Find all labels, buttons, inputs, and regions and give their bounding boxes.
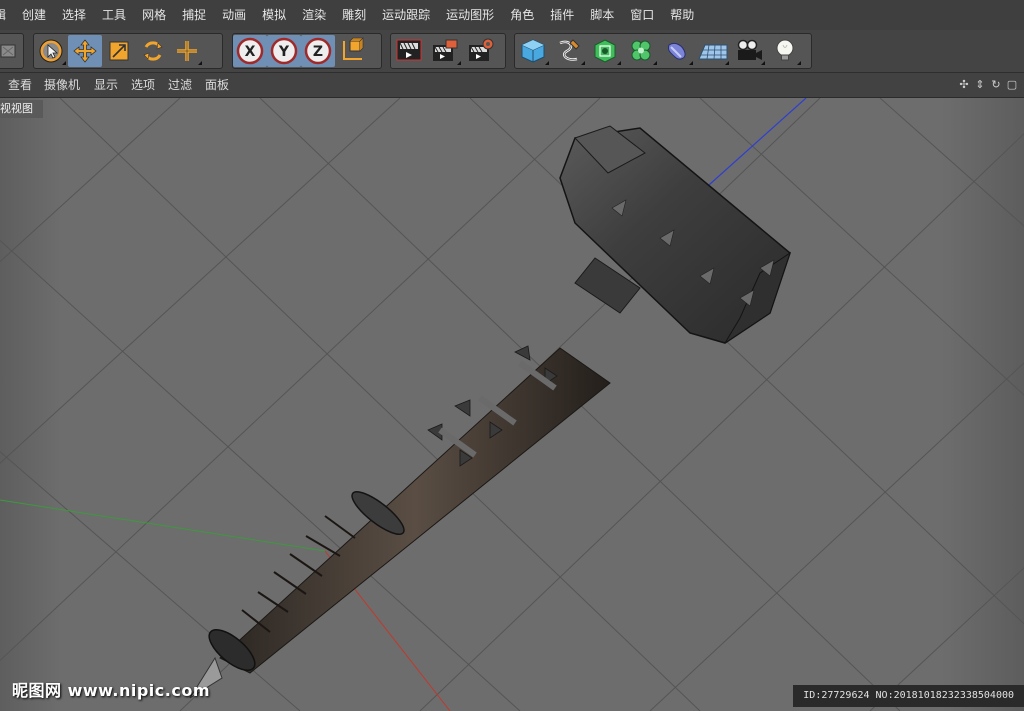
floor-icon[interactable] [695,35,731,67]
viewport-scene [0,98,1024,711]
svg-text:X: X [245,44,256,60]
transform-tools-group [33,33,223,69]
watermark-right: ID:27729624 NO:20181018232338504000 [793,685,1024,707]
menu-bar: 辑 创建 选择 工具 网格 捕捉 动画 模拟 渲染 雕刻 运动跟踪 运动图形 角… [0,0,1024,31]
menu-tools[interactable]: 工具 [94,0,134,30]
light-icon[interactable] [767,35,803,67]
main-toolbar: X Y Z [0,30,1024,73]
view-menu-panel[interactable]: 面板 [205,73,229,97]
view-menu-view[interactable]: 查看 [8,73,32,97]
menu-mograph[interactable]: 运动图形 [438,0,502,30]
cube-icon[interactable] [515,35,551,67]
menu-render[interactable]: 渲染 [294,0,334,30]
watermark-left: 昵图网 www.nipic.com [12,681,210,700]
rotate-icon[interactable] [136,35,170,67]
perspective-viewport[interactable]: 视视图 昵图网 www.nipic.com ID:27729624 NO:201… [0,98,1024,711]
menu-snap[interactable]: 捕捉 [174,0,214,30]
menu-window[interactable]: 窗口 [622,0,662,30]
render-view-icon[interactable] [391,35,427,67]
object-tools-group [514,33,812,69]
svg-text:Y: Y [278,44,290,60]
deformer-icon[interactable] [659,35,695,67]
render-picture-viewer-icon[interactable] [427,35,463,67]
undo-panel-icon[interactable] [0,35,23,67]
menu-character[interactable]: 角色 [502,0,542,30]
cloner-icon[interactable] [623,35,659,67]
menu-simulate[interactable]: 模拟 [254,0,294,30]
menu-motion-tracking[interactable]: 运动跟踪 [374,0,438,30]
menu-select[interactable]: 选择 [54,0,94,30]
menu-script[interactable]: 脚本 [582,0,622,30]
spline-pen-icon[interactable] [551,35,587,67]
coordinate-system-icon[interactable] [335,35,369,67]
axis-y-icon[interactable]: Y [267,35,301,67]
menu-create[interactable]: 创建 [14,0,54,30]
svg-text:Z: Z [313,44,323,60]
undo-group [0,33,24,69]
move-icon[interactable] [68,35,102,67]
menu-plugins[interactable]: 插件 [542,0,582,30]
view-menu-options[interactable]: 选项 [131,73,155,97]
orbit-icon[interactable]: ↻ [990,77,1002,91]
render-tools-group [390,33,506,69]
pan-icon[interactable]: ✣ [958,77,970,91]
view-menu-filter[interactable]: 过滤 [168,73,192,97]
viewport-nav-controls: ✣ ⇕ ↻ ▢ [958,77,1018,91]
axis-tools-group: X Y Z [232,33,382,69]
viewport-label: 视视图 [0,100,43,118]
render-settings-icon[interactable] [463,35,499,67]
subdivision-icon[interactable] [587,35,623,67]
menu-edit[interactable]: 辑 [0,0,14,30]
viewport-menu-bar: 查看 摄像机 显示 选项 过滤 面板 ✣ ⇕ ↻ ▢ [0,73,1024,98]
maximize-view-icon[interactable]: ▢ [1006,77,1018,91]
axis-z-icon[interactable]: Z [301,35,335,67]
scale-icon[interactable] [102,35,136,67]
menu-animate[interactable]: 动画 [214,0,254,30]
view-menu-camera[interactable]: 摄像机 [44,73,80,97]
menu-mesh[interactable]: 网格 [134,0,174,30]
menu-help[interactable]: 帮助 [662,0,702,30]
axis-x-icon[interactable]: X [233,35,267,67]
view-menu-display[interactable]: 显示 [94,73,118,97]
move-plus-icon[interactable] [170,35,204,67]
camera-icon[interactable] [731,35,767,67]
select-arrow-icon[interactable] [34,35,68,67]
menu-sculpt[interactable]: 雕刻 [334,0,374,30]
dolly-icon[interactable]: ⇕ [974,77,986,91]
